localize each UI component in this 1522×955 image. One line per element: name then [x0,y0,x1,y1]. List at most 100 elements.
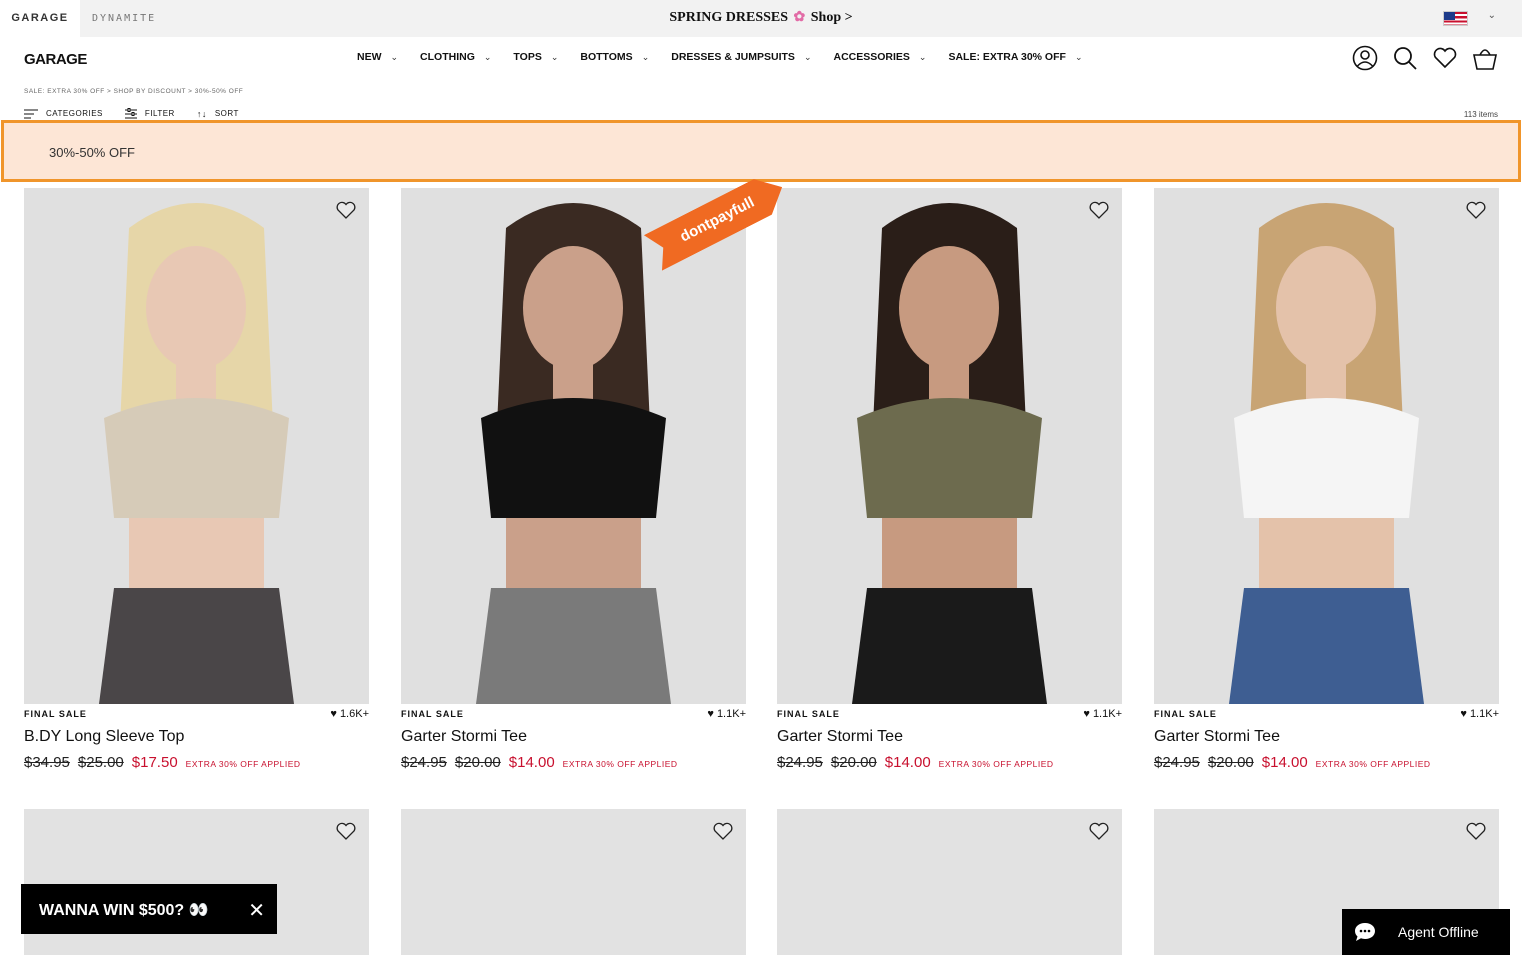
product-prices: $24.95 $20.00 $14.00 EXTRA 30% OFF APPLI… [1154,754,1431,771]
nav-item-tops[interactable]: TOPS ⌄ [513,51,558,63]
chat-bubble-icon [1355,923,1375,941]
us-flag-icon[interactable] [1443,11,1468,26]
chevron-down-icon: ⌄ [1074,51,1083,62]
previous-price: $25.00 [77,754,124,771]
previous-price: $20.00 [1207,754,1254,771]
list-icon [24,109,38,118]
product-prices: $24.95 $20.00 $14.00 EXTRA 30% OFF APPLI… [777,754,1054,771]
account-icon[interactable] [1352,45,1378,71]
nav-label: BOTTOMS [580,51,633,63]
discount-banner: 30%-50% OFF [1,120,1521,182]
search-icon[interactable] [1392,45,1418,71]
product-image[interactable] [401,188,746,704]
filter-icon [124,108,137,119]
previous-price: $20.00 [830,754,877,771]
heart-icon[interactable] [1088,200,1110,220]
nav-label: SALE: EXTRA 30% OFF [948,51,1066,63]
original-price: $34.95 [24,754,70,771]
nav-label: ACCESSORIES [833,51,910,63]
win-popup[interactable]: WANNA WIN $500? 👀 ✕ [21,884,277,934]
heart-icon[interactable] [335,200,357,220]
site-logo[interactable]: GARAGE [24,51,87,68]
product-photo [1154,188,1499,704]
promo-link[interactable]: Shop > [811,10,853,25]
shopping-bag-icon[interactable] [1472,45,1498,71]
heart-icon[interactable] [1465,821,1487,841]
product-name[interactable]: Garter Stormi Tee [401,728,527,746]
product-image[interactable] [401,809,746,955]
chat-widget[interactable]: Agent Offline [1342,909,1510,955]
chevron-down-icon: ⌄ [803,51,812,62]
product-photo [24,188,369,704]
nav-label: TOPS [513,51,542,63]
product-image[interactable] [777,809,1122,955]
product-name[interactable]: Garter Stormi Tee [777,728,903,746]
sale-price: $14.00 [1261,754,1308,771]
likes-value: 1.1K+ [1469,708,1499,720]
final-sale-badge: FINAL SALE [777,709,840,719]
close-icon[interactable]: ✕ [248,898,265,923]
nav-item-bottoms[interactable]: BOTTOMS ⌄ [580,51,649,63]
chevron-down-icon: ⌄ [641,51,650,62]
popup-label: WANNA WIN $500? [39,902,185,919]
wishlist-heart-icon[interactable] [1432,45,1458,71]
filter-button[interactable]: FILTER [124,108,175,119]
small-heart-icon: ♥ [1460,708,1467,720]
chevron-down-icon: ⌄ [550,51,559,62]
breadcrumb[interactable]: SALE: EXTRA 30% OFF > SHOP BY DISCOUNT >… [24,88,243,95]
likes-value: 1.6K+ [339,708,369,720]
nav-item-clothing[interactable]: CLOTHING ⌄ [420,51,491,63]
heart-icon[interactable] [712,821,734,841]
likes-count: ♥ 1.6K+ [330,708,369,720]
sort-button[interactable]: ↑↓ SORT [197,108,239,119]
nav-item-dresses[interactable]: DRESSES & JUMPSUITS ⌄ [671,51,811,63]
discount-applied-note: EXTRA 30% OFF APPLIED [185,759,301,769]
item-count: 113 items [1463,110,1498,119]
previous-price: $20.00 [454,754,501,771]
product-name[interactable]: B.DY Long Sleeve Top [24,728,184,746]
product-image[interactable] [1154,188,1499,704]
original-price: $24.95 [401,754,447,771]
heart-icon[interactable] [335,821,357,841]
sort-label: SORT [214,109,239,118]
main-nav: NEW ⌄ CLOTHING ⌄ TOPS ⌄ BOTTOMS ⌄ DRESSES & … [357,51,1104,63]
main-header: GARAGE NEW ⌄ CLOTHING ⌄ TOPS ⌄ BOTTOMS ⌄ DRE… [0,37,1522,82]
categories-label: CATEGORIES [46,109,103,118]
discount-applied-note: EXTRA 30% OFF APPLIED [938,759,1054,769]
heart-icon[interactable] [1088,821,1110,841]
promo-text: SPRING DRESSES [669,10,789,25]
top-bar: GARAGE DYNAMITE SPRING DRESSES ✿ Shop > … [0,0,1522,37]
small-heart-icon: ♥ [1083,708,1090,720]
filter-bar: CATEGORIES FILTER ↑↓ SORT [24,108,239,119]
categories-button[interactable]: CATEGORIES [24,108,103,119]
promo-banner[interactable]: SPRING DRESSES ✿ Shop > [0,9,1522,26]
product-image[interactable] [777,188,1122,704]
product-image[interactable] [24,188,369,704]
popup-text: WANNA WIN $500? 👀 [39,900,209,920]
likes-value: 1.1K+ [716,708,746,720]
header-icons [1352,45,1498,71]
product-name[interactable]: Garter Stormi Tee [1154,728,1280,746]
nav-item-sale[interactable]: SALE: EXTRA 30% OFF ⌄ [948,51,1082,63]
chevron-down-icon: ⌄ [390,51,399,62]
original-price: $24.95 [777,754,823,771]
nav-item-new[interactable]: NEW ⌄ [357,51,398,63]
banner-title: 30%-50% OFF [49,145,135,160]
sale-price: $17.50 [131,754,178,771]
product-prices: $24.95 $20.00 $14.00 EXTRA 30% OFF APPLI… [401,754,678,771]
product-photo [777,188,1122,704]
heart-icon[interactable] [1465,200,1487,220]
final-sale-badge: FINAL SALE [1154,709,1217,719]
sale-price: $14.00 [508,754,555,771]
sale-price: $14.00 [884,754,931,771]
filter-label: FILTER [144,109,175,118]
final-sale-badge: FINAL SALE [24,709,87,719]
nav-item-accessories[interactable]: ACCESSORIES ⌄ [833,51,926,63]
chevron-down-icon[interactable]: ⌄ [1488,10,1496,21]
small-heart-icon: ♥ [707,708,714,720]
original-price: $24.95 [1154,754,1200,771]
likes-count: ♥ 1.1K+ [707,708,746,720]
small-heart-icon: ♥ [330,708,337,720]
discount-applied-note: EXTRA 30% OFF APPLIED [562,759,678,769]
nav-label: CLOTHING [420,51,475,63]
